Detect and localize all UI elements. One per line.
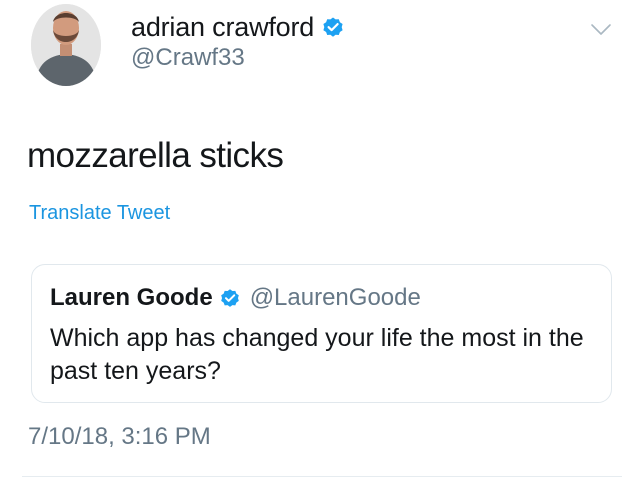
translate-tweet-link[interactable]: Translate Tweet	[29, 202, 170, 225]
verified-badge-icon	[220, 289, 239, 307]
quoted-tweet-card[interactable]: Lauren Goode @LaurenGoode Which app has …	[31, 264, 612, 403]
divider	[22, 476, 622, 477]
quoted-tweet-header: Lauren Goode @LaurenGoode	[50, 282, 421, 314]
author-avatar[interactable]	[31, 4, 101, 86]
author-display-name[interactable]: adrian crawford	[131, 12, 314, 43]
verified-badge-icon	[323, 17, 343, 37]
quoted-tweet-text: Which app has changed your life the most…	[50, 324, 584, 385]
avatar-photo	[31, 4, 101, 86]
chevron-down-icon[interactable]	[588, 16, 614, 42]
author-name-row[interactable]: adrian crawford	[131, 9, 345, 45]
author-handle[interactable]: @Crawf33	[131, 44, 245, 72]
quoted-author-name: Lauren Goode	[50, 284, 213, 311]
tweet-text: mozzarella sticks	[27, 136, 284, 175]
tweet-timestamp[interactable]: 7/10/18, 3:16 PM	[28, 423, 211, 451]
quoted-author-handle: @LaurenGoode	[249, 284, 421, 311]
